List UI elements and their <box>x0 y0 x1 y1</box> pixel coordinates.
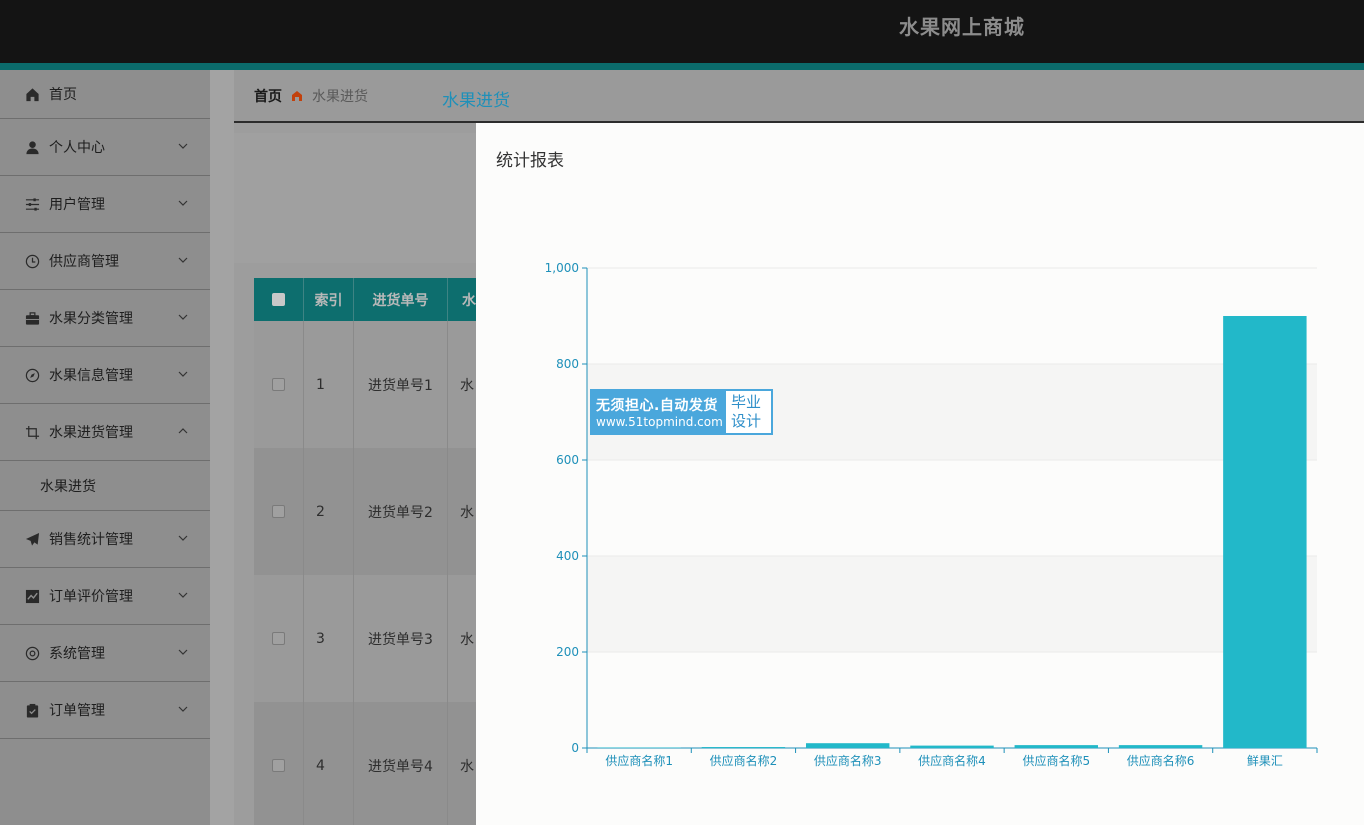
y-tick-label: 800 <box>556 357 579 371</box>
watermark-url: www.51topmind.com <box>596 415 723 429</box>
y-tick-label: 200 <box>556 645 579 659</box>
x-tick-label: 供应商名称5 <box>1022 753 1090 768</box>
y-tick-label: 0 <box>571 741 579 755</box>
watermark-side-text: 毕业 <box>731 393 762 411</box>
watermark-text: 无须担心.自动发货 <box>596 398 718 414</box>
watermark-logo: 无须担心.自动发货 www.51topmind.com 毕业 设计 <box>590 389 773 435</box>
x-tick-label: 供应商名称1 <box>605 753 673 768</box>
watermark-side-text: 设计 <box>731 412 762 430</box>
bar <box>1118 745 1203 748</box>
x-tick-label: 鲜果汇 <box>1247 754 1283 768</box>
x-tick-label: 供应商名称2 <box>710 753 778 768</box>
bar <box>1223 316 1307 748</box>
x-tick-label: 供应商名称3 <box>814 753 882 768</box>
grid-band <box>587 556 1317 652</box>
x-tick-label: 供应商名称6 <box>1127 753 1195 768</box>
y-tick-label: 1,000 <box>545 261 579 275</box>
bar <box>806 743 890 748</box>
y-tick-label: 400 <box>556 549 579 563</box>
bar <box>910 745 994 748</box>
bar <box>1014 745 1098 748</box>
y-tick-label: 600 <box>556 453 579 467</box>
bar <box>701 747 786 748</box>
x-tick-label: 供应商名称4 <box>918 753 986 768</box>
